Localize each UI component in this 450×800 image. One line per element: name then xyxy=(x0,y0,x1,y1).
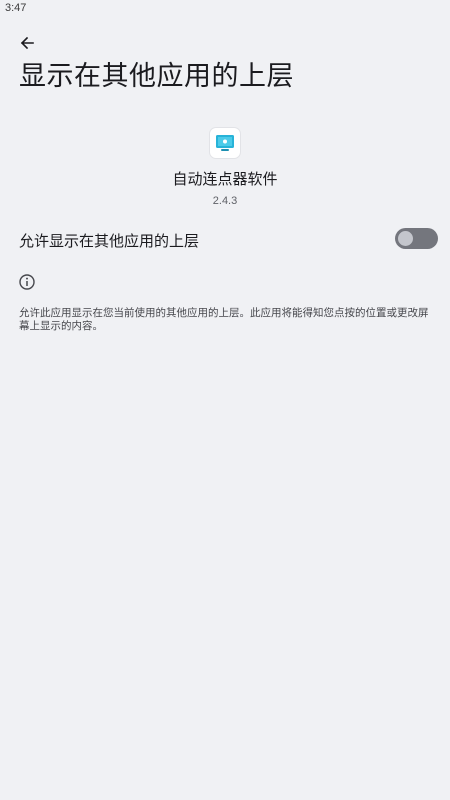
permission-description: 允许此应用显示在您当前使用的其他应用的上层。此应用将能得知您点按的位置或更改屏幕… xyxy=(19,307,429,332)
permission-toggle[interactable] xyxy=(395,228,438,249)
arrow-back-icon xyxy=(20,36,34,50)
app-version: 2.4.3 xyxy=(212,195,238,207)
permission-label: 允许显示在其他应用的上层 xyxy=(19,232,200,250)
status-bar: 3:47 xyxy=(0,0,450,18)
info-icon xyxy=(19,274,35,290)
app-name: 自动连点器软件 xyxy=(172,170,278,188)
back-button[interactable] xyxy=(14,30,40,56)
app-icon xyxy=(210,128,240,158)
app-header: 自动连点器软件 2.4.3 xyxy=(0,128,450,207)
toggle-thumb xyxy=(398,231,413,246)
page-title: 显示在其他应用的上层 xyxy=(19,61,294,92)
status-time: 3:47 xyxy=(5,2,27,14)
permission-row[interactable]: 允许显示在其他应用的上层 xyxy=(0,220,450,260)
